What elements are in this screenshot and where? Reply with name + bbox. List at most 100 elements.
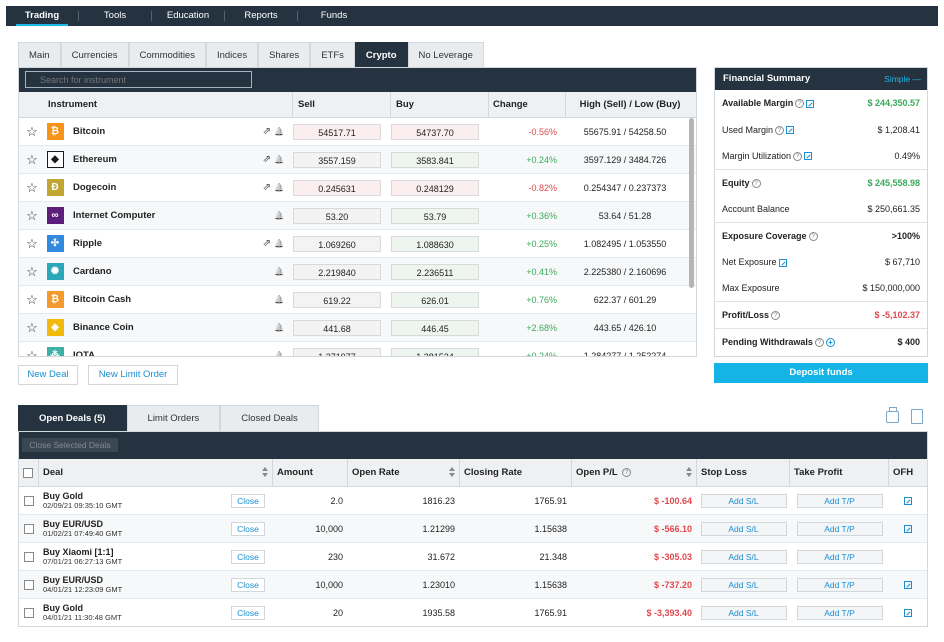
- help-icon[interactable]: ?: [793, 151, 803, 161]
- favorite-star-icon[interactable]: ☆: [19, 320, 45, 336]
- expand-icon[interactable]: [806, 99, 815, 108]
- sell-price-button[interactable]: 619.22: [293, 291, 381, 308]
- close-deal-button[interactable]: Close: [231, 605, 265, 620]
- add-stop-loss-button[interactable]: Add S/L: [700, 605, 787, 620]
- scrollbar[interactable]: [689, 118, 694, 288]
- sell-price-button[interactable]: 441.68: [293, 319, 381, 336]
- add-icon[interactable]: +: [825, 337, 835, 347]
- tab-etfs[interactable]: ETFs: [310, 42, 355, 67]
- instrument-row[interactable]: ☆ ₿ Bitcoin Cash 🔔 619.22 626.01 +0.76% 622.37 …: [19, 286, 696, 314]
- header-select-all[interactable]: [19, 459, 39, 486]
- buy-price-button[interactable]: 446.45: [391, 319, 479, 336]
- deposit-funds-button[interactable]: Deposit funds: [714, 363, 928, 383]
- favorite-star-icon[interactable]: ☆: [19, 264, 45, 280]
- close-selected-deals-button[interactable]: Close Selected Deals: [22, 438, 118, 452]
- nav-item-education[interactable]: Education: [152, 6, 224, 26]
- sell-price-button[interactable]: 0.245631: [293, 179, 381, 196]
- chart-icon[interactable]: ⇗: [263, 238, 271, 249]
- favorite-star-icon[interactable]: ☆: [19, 152, 45, 168]
- close-deal-button[interactable]: Close: [231, 493, 265, 508]
- buy-price-button[interactable]: 3583.841: [391, 151, 479, 168]
- nav-item-reports[interactable]: Reports: [225, 6, 297, 26]
- favorite-star-icon[interactable]: ☆: [19, 124, 45, 140]
- expand-icon[interactable]: [778, 258, 787, 267]
- simple-mode-toggle[interactable]: Simple —: [884, 68, 921, 90]
- bell-icon[interactable]: 🔔: [274, 323, 284, 332]
- search-input[interactable]: [25, 71, 252, 88]
- tab-closed-deals[interactable]: Closed Deals: [220, 405, 319, 431]
- instrument-row[interactable]: ☆ ◆ Ethereum ⇗ 🔔 3557.159 3583.841 +0.24% 3597.1…: [19, 146, 696, 174]
- help-icon[interactable]: ?: [814, 337, 824, 347]
- deal-checkbox[interactable]: [24, 551, 34, 562]
- header-open-rate[interactable]: Open Rate: [348, 459, 460, 486]
- help-icon[interactable]: ?: [622, 467, 632, 477]
- tab-indices[interactable]: Indices: [205, 42, 259, 67]
- sell-price-button[interactable]: 2.219840: [293, 263, 381, 280]
- nav-item-funds[interactable]: Funds: [298, 6, 370, 26]
- help-icon[interactable]: ?: [751, 178, 761, 188]
- favorite-star-icon[interactable]: ☆: [19, 292, 45, 308]
- bell-icon[interactable]: 🔔: [274, 295, 284, 304]
- ofh-icon[interactable]: [904, 524, 912, 533]
- instrument-row[interactable]: ☆ ⁂ IOTA 🔔 1.271977 1.281524 +0.24% 1.284277 / …: [19, 342, 696, 356]
- ofh-icon[interactable]: [904, 496, 912, 505]
- buy-price-button[interactable]: 0.248129: [391, 179, 479, 196]
- sell-price-button[interactable]: 53.20: [293, 207, 381, 224]
- help-icon[interactable]: ?: [795, 99, 805, 109]
- new-deal-button[interactable]: New Deal: [18, 365, 78, 385]
- print-icon[interactable]: [886, 407, 899, 423]
- sort-icon[interactable]: [262, 467, 268, 479]
- export-icon[interactable]: [911, 409, 923, 424]
- add-stop-loss-button[interactable]: Add S/L: [700, 577, 787, 592]
- expand-icon[interactable]: [804, 152, 813, 161]
- sell-price-button[interactable]: 1.271977: [293, 347, 381, 356]
- nav-item-trading[interactable]: Trading: [6, 6, 78, 26]
- add-take-profit-button[interactable]: Add T/P: [796, 549, 883, 564]
- close-deal-button[interactable]: Close: [231, 577, 265, 592]
- instrument-row[interactable]: ☆ Đ Dogecoin ⇗ 🔔 0.245631 0.248129 -0.82% 0.2543…: [19, 174, 696, 202]
- bell-icon[interactable]: 🔔: [274, 127, 284, 136]
- header-deal[interactable]: Deal: [39, 459, 273, 486]
- tab-main[interactable]: Main: [18, 42, 61, 67]
- deal-checkbox[interactable]: [24, 579, 34, 590]
- chart-icon[interactable]: ⇗: [263, 126, 271, 137]
- favorite-star-icon[interactable]: ☆: [19, 236, 45, 252]
- bell-icon[interactable]: 🔔: [274, 267, 284, 276]
- add-take-profit-button[interactable]: Add T/P: [796, 605, 883, 620]
- instrument-row[interactable]: ☆ ◈ Binance Coin 🔔 441.68 446.45 +2.68% 443.65 …: [19, 314, 696, 342]
- sell-price-button[interactable]: 3557.159: [293, 151, 381, 168]
- add-stop-loss-button[interactable]: Add S/L: [700, 493, 787, 508]
- sell-price-button[interactable]: 1.069260: [293, 235, 381, 252]
- buy-price-button[interactable]: 1.088630: [391, 235, 479, 252]
- buy-price-button[interactable]: 626.01: [391, 291, 479, 308]
- favorite-star-icon[interactable]: ☆: [19, 208, 45, 224]
- help-icon[interactable]: ?: [808, 231, 818, 241]
- instrument-row[interactable]: ☆ ∞ Internet Computer 🔔 53.20 53.79 +0.36% 53.6…: [19, 202, 696, 230]
- tab-open-deals[interactable]: Open Deals (5): [18, 405, 127, 431]
- buy-price-button[interactable]: 54737.70: [391, 123, 479, 140]
- instrument-row[interactable]: ☆ ₿ Bitcoin ⇗ 🔔 54517.71 54737.70 -0.56% 55675.9…: [19, 118, 696, 146]
- instrument-row[interactable]: ☆ ✺ Cardano 🔔 2.219840 2.236511 +0.41% 2.225380…: [19, 258, 696, 286]
- expand-icon[interactable]: [786, 126, 795, 135]
- sort-icon[interactable]: [686, 467, 692, 479]
- select-all-checkbox[interactable]: [23, 468, 33, 478]
- new-limit-order-button[interactable]: New Limit Order: [88, 365, 178, 385]
- deal-checkbox[interactable]: [24, 607, 34, 618]
- buy-price-button[interactable]: 53.79: [391, 207, 479, 224]
- ofh-icon[interactable]: [904, 580, 912, 589]
- chart-icon[interactable]: ⇗: [263, 154, 271, 165]
- bell-icon[interactable]: 🔔: [274, 351, 284, 356]
- bell-icon[interactable]: 🔔: [274, 211, 284, 220]
- chart-icon[interactable]: ⇗: [263, 182, 271, 193]
- nav-item-tools[interactable]: Tools: [79, 6, 151, 26]
- sell-price-button[interactable]: 54517.71: [293, 123, 381, 140]
- tab-shares[interactable]: Shares: [258, 42, 311, 67]
- tab-commodities[interactable]: Commodities: [128, 42, 206, 67]
- bell-icon[interactable]: 🔔: [274, 239, 284, 248]
- instrument-row[interactable]: ☆ ✣ Ripple ⇗ 🔔 1.069260 1.088630 +0.25% 1.082495…: [19, 230, 696, 258]
- tab-no-leverage[interactable]: No Leverage: [407, 42, 484, 67]
- tab-crypto[interactable]: Crypto: [354, 42, 408, 67]
- deal-checkbox[interactable]: [24, 495, 34, 506]
- tab-currencies[interactable]: Currencies: [60, 42, 129, 67]
- deal-checkbox[interactable]: [24, 523, 34, 534]
